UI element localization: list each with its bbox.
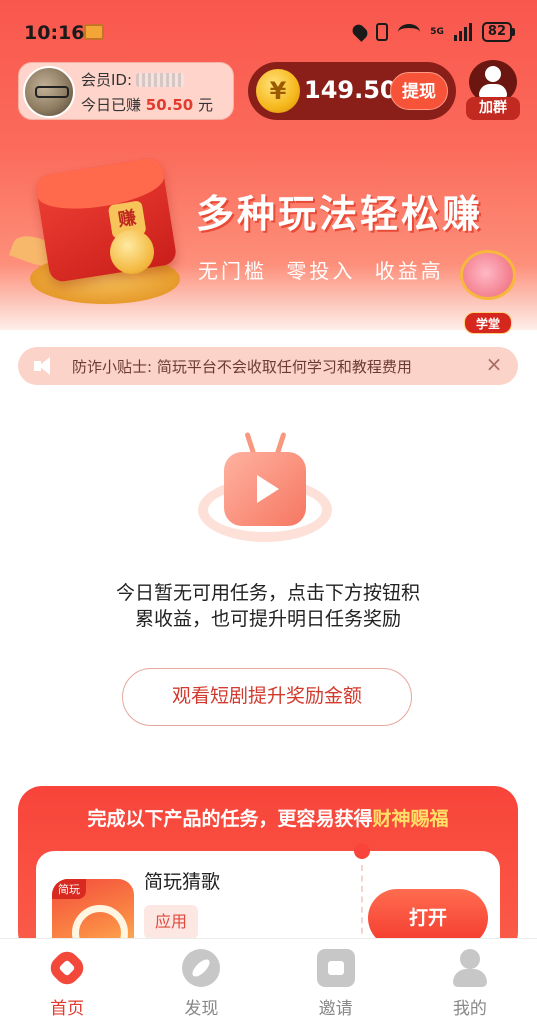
product-section-header: 完成以下产品的任务，更容易获得财神赐福 [18,804,518,831]
watch-drama-button[interactable]: 观看短剧提升奖励金额 [122,668,412,726]
balance-pill: ¥ 149.50 提现 [248,62,456,120]
status-bar: 10:16 5G 82 [0,0,537,60]
battery-icon: 82 [481,22,515,42]
product-header-prefix: 完成以下产品的任务，更容易获得 [87,808,373,830]
network-type-label: 5G [430,27,444,37]
discover-icon [182,949,221,987]
banner-subtitle: 无门槛 零投入 收益高 [198,259,444,283]
red-packet-icon: 赚 [34,156,178,284]
signal-icon [453,23,472,41]
profile-icon [451,949,489,987]
member-id: 会员ID: [81,69,185,90]
app-icon-tag: 简玩 [52,879,86,899]
tip-text: 防诈小贴士: 简玩平台不会收取任何学习和教程费用 [72,358,412,376]
product-task-section: 完成以下产品的任务，更容易获得财神赐福 简玩 简玩猜歌 应用 打开 [18,786,518,971]
nav-label-home: 首页 [50,999,85,1019]
withdraw-button[interactable]: 提现 [390,72,448,110]
card-notch [354,843,370,859]
member-id-redacted [136,72,185,87]
academy-label: 学堂 [464,312,512,334]
product-header-highlight: 财神赐福 [372,808,449,830]
today-earned-suffix: 元 [198,96,214,114]
coin-icon: ¥ [256,69,300,113]
status-icons: 5G 82 [350,22,515,42]
academy-button[interactable]: 学堂 [450,250,524,334]
book-icon [460,250,516,300]
bottom-nav: 首页 发现 邀请 我的 [0,938,537,1024]
status-time: 10:16 [24,22,85,44]
video-play-icon [224,452,306,526]
avatar[interactable] [23,66,75,118]
join-group-label: 加群 [466,97,520,120]
vibrate-icon [376,23,389,41]
balance-amount: 149.50 [304,76,397,104]
battery-level: 82 [481,22,512,42]
empty-state-message: 今日暂无可用任务，点击下方按钮积累收益，也可提升明日任务奖励 [115,582,420,630]
today-earned-prefix: 今日已赚 [81,96,142,114]
member-id-label: 会员ID: [81,71,133,89]
app-name: 简玩猜歌 [144,871,221,893]
member-card[interactable]: 会员ID: 今日已赚 50.50 元 [18,62,234,120]
nav-item-invite[interactable]: 邀请 [269,939,403,1024]
join-group-button[interactable]: 加群 [466,60,520,122]
notification-app-icon [84,24,104,40]
nav-label-invite: 邀请 [318,999,353,1019]
invite-icon [316,949,355,987]
today-earned: 今日已赚 50.50 元 [81,94,213,115]
today-earned-amount: 50.50 [145,96,194,114]
nav-item-profile[interactable]: 我的 [403,939,537,1024]
anti-fraud-tip: 防诈小贴士: 简玩平台不会收取任何学习和教程费用 × [18,347,518,385]
banner-title: 多种玩法轻松赚 [196,192,484,236]
close-icon[interactable]: × [482,352,506,376]
nav-label-discover: 发现 [184,999,219,1019]
location-icon [350,22,371,42]
home-icon [45,946,89,990]
wifi-icon [398,24,421,40]
nav-item-discover[interactable]: 发现 [134,939,268,1024]
nav-item-home[interactable]: 首页 [0,939,134,1024]
empty-video-illustration [190,430,340,555]
gold-coin-decoration [110,230,154,274]
app-type-tag: 应用 [144,905,198,939]
speaker-icon [34,357,58,375]
nav-label-profile: 我的 [452,999,487,1019]
